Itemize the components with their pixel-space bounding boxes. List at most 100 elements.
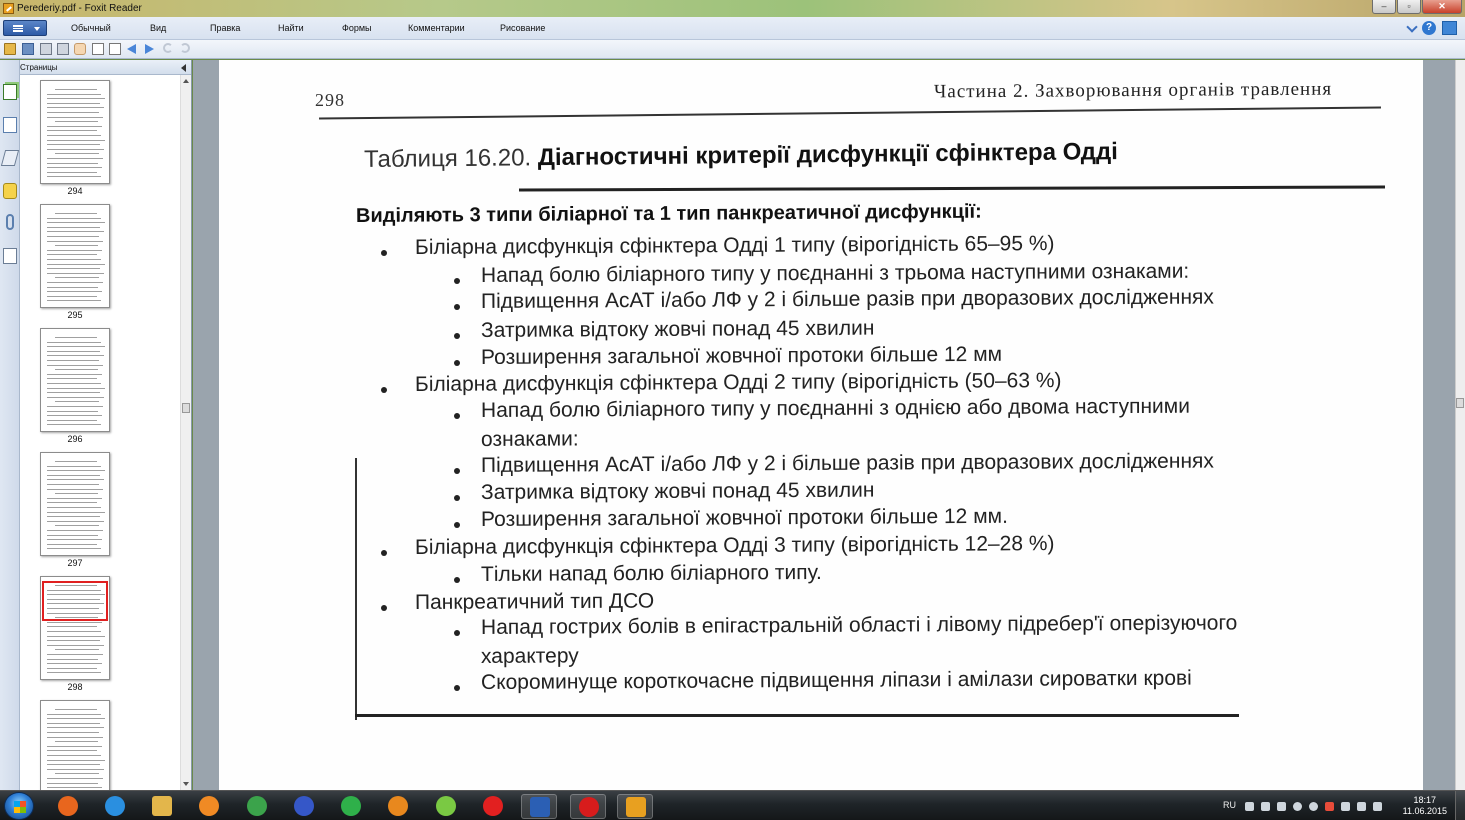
comments-icon[interactable]: [3, 183, 17, 199]
list-bullet: [454, 304, 460, 310]
start-button[interactable]: [4, 792, 34, 820]
tray-cloud-icon[interactable]: [1309, 802, 1318, 811]
document-scrollbar-thumb[interactable]: [1456, 398, 1464, 408]
menu-tab-edit[interactable]: Правка: [210, 23, 240, 33]
thumbnail-text-line: [47, 346, 105, 348]
taskbar-button[interactable]: [570, 794, 606, 819]
taskbar-button[interactable]: [191, 794, 227, 819]
hand-tool-icon[interactable]: [74, 43, 86, 55]
page-thumbnail[interactable]: [40, 452, 110, 556]
bookmarks-icon[interactable]: [3, 117, 17, 133]
list-bullet: [381, 550, 387, 556]
taskbar-button[interactable]: [144, 794, 180, 819]
thumbnail-text-line: [47, 750, 97, 752]
pdf-page[interactable]: 298 Частина 2. Захворювання органів трав…: [219, 60, 1423, 790]
app-menu-button[interactable]: [3, 20, 47, 36]
help-icon[interactable]: ?: [1422, 21, 1436, 35]
menu-tab-find[interactable]: Найти: [278, 23, 304, 33]
save-icon[interactable]: [22, 43, 34, 55]
thumbnail-text-line: [55, 525, 99, 527]
scroll-up-arrow-icon[interactable]: [183, 79, 189, 83]
document-scrollbar[interactable]: [1455, 60, 1465, 790]
previous-view-arrow-icon[interactable]: [127, 44, 136, 54]
signature-icon[interactable]: [3, 248, 17, 264]
language-indicator[interactable]: RU: [1223, 800, 1236, 810]
thumbnail-text-line: [47, 626, 97, 628]
thumbnail-text-line: [47, 415, 102, 417]
taskbar-button[interactable]: [97, 794, 133, 819]
thumbnail-text-line: [47, 778, 103, 779]
thumbnail-text-line: [55, 401, 99, 403]
thumbnail-page-number: 298: [67, 682, 83, 692]
taskbar-button[interactable]: [333, 794, 369, 819]
thumbnail-text-line: [55, 153, 99, 155]
redo-icon[interactable]: [180, 43, 190, 53]
taskbar-button[interactable]: [380, 794, 416, 819]
taskbar-button[interactable]: [521, 794, 557, 819]
close-button[interactable]: ✕: [1422, 0, 1462, 14]
thumbnail-text-line: [55, 121, 98, 123]
taskbar-button[interactable]: [50, 794, 86, 819]
tray-sync-icon[interactable]: [1293, 802, 1302, 811]
clock[interactable]: 18:17 11.06.2015: [1403, 795, 1447, 817]
undo-icon[interactable]: [163, 43, 173, 53]
page-thumbnail[interactable]: [40, 576, 110, 680]
menu-tab-normal[interactable]: Обычный: [71, 23, 111, 33]
page-thumbnail[interactable]: [40, 700, 110, 790]
thumbnail-text-line: [47, 392, 100, 394]
minimize-button[interactable]: ‒: [1372, 0, 1396, 14]
pages-panel-icon[interactable]: [3, 84, 17, 100]
next-view-arrow-icon[interactable]: [145, 44, 154, 54]
select-text-icon[interactable]: [92, 43, 104, 55]
tray-network-icon[interactable]: [1261, 802, 1270, 811]
taskbar-button[interactable]: [617, 794, 653, 819]
thumbnail-text-line: [47, 167, 102, 169]
thumbnail-text-line: [47, 502, 97, 504]
thumbnail-text-line: [47, 249, 102, 251]
open-folder-icon[interactable]: [4, 43, 16, 55]
attachments-icon[interactable]: [6, 214, 14, 230]
thumbnail-text-line: [47, 713, 101, 715]
action-center-flag-icon[interactable]: [1373, 802, 1382, 811]
page-thumbnail[interactable]: [40, 80, 110, 184]
menu-tab-drawing[interactable]: Рисование: [500, 23, 545, 33]
snapshot-icon[interactable]: [109, 43, 121, 55]
ribbon-collapse-chevron-icon[interactable]: [1406, 20, 1418, 33]
scroll-down-arrow-icon[interactable]: [183, 782, 189, 786]
thumbnail-text-line: [47, 406, 103, 407]
media-player-icon: [199, 796, 219, 816]
collapse-panel-icon[interactable]: [181, 64, 186, 72]
thumbnail-text-line: [47, 130, 97, 132]
taskbar-button[interactable]: [286, 794, 322, 819]
title-bar[interactable]: Perederiy.pdf - Foxit Reader ‒ ▫ ✕: [0, 0, 1465, 17]
tray-connection-icon[interactable]: [1341, 802, 1350, 811]
menu-tab-comments[interactable]: Комментарии: [408, 23, 465, 33]
thumbnail-text-line: [47, 631, 101, 632]
menu-tab-forms[interactable]: Формы: [342, 23, 372, 33]
page-thumbnail[interactable]: [40, 328, 110, 432]
document-view: 298 Частина 2. Захворювання органів трав…: [193, 60, 1455, 790]
tray-app-icon[interactable]: [1245, 802, 1254, 811]
thumbnail-text-line: [55, 773, 99, 775]
print-preview-icon[interactable]: [57, 43, 69, 55]
taskbar-button[interactable]: [428, 794, 464, 819]
thumbnail-text-line: [47, 410, 98, 412]
pages-panel-header: Страницы: [20, 60, 191, 75]
tray-alert-icon[interactable]: [1325, 802, 1334, 811]
thumbnail-text-line: [47, 144, 100, 146]
page-thumbnail[interactable]: [40, 204, 110, 308]
window-mode-icon[interactable]: [1442, 21, 1457, 35]
menu-tab-view[interactable]: Вид: [150, 23, 166, 33]
show-desktop-button[interactable]: [1455, 791, 1465, 820]
taskbar-button[interactable]: [475, 794, 511, 819]
print-icon[interactable]: [40, 43, 52, 55]
layers-icon[interactable]: [0, 150, 20, 166]
tray-update-icon[interactable]: [1277, 802, 1286, 811]
scrollbar-thumb[interactable]: [182, 403, 190, 413]
pages-panel-scrollbar[interactable]: [180, 75, 191, 790]
taskbar-button[interactable]: [239, 794, 275, 819]
maximize-button[interactable]: ▫: [1397, 0, 1421, 14]
thumbnail-text-line: [47, 217, 101, 219]
volume-icon[interactable]: [1357, 802, 1366, 811]
thumbnail-text-line: [47, 736, 103, 738]
